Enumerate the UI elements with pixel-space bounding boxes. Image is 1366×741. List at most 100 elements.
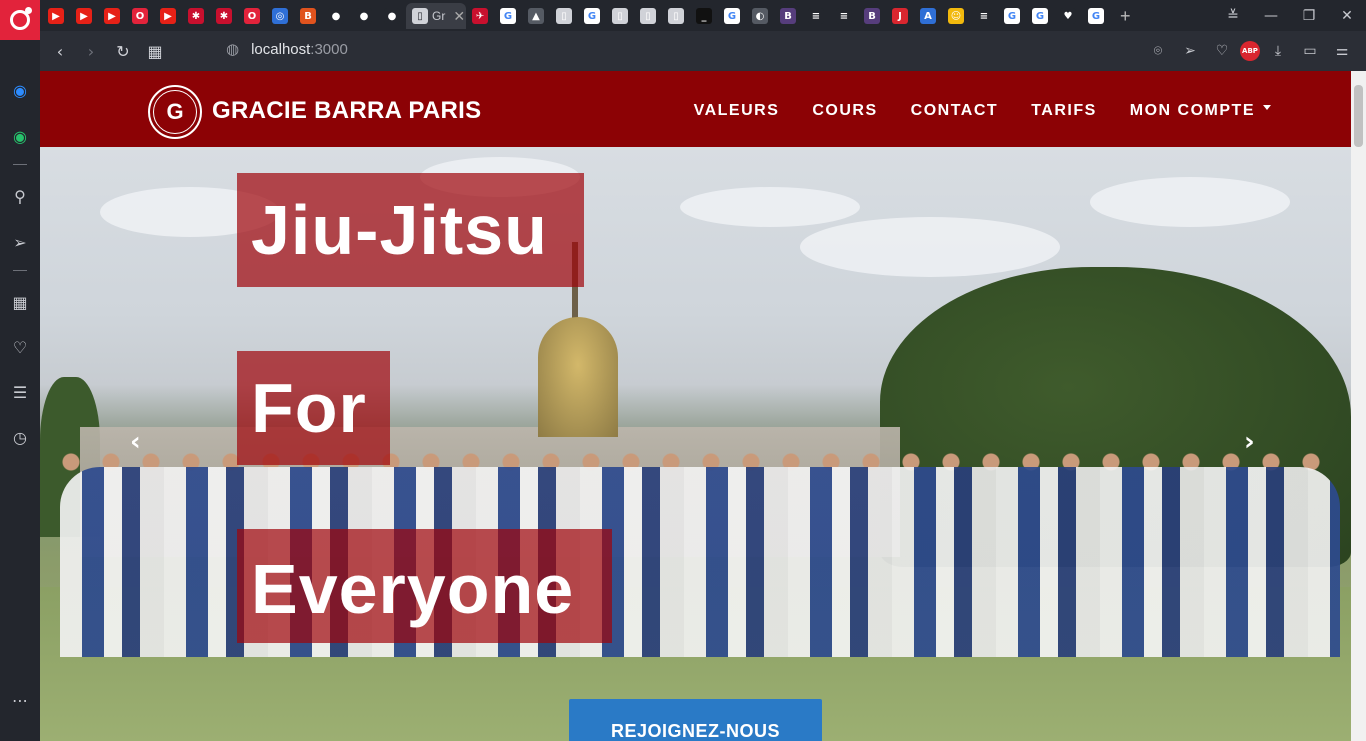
back-icon[interactable]: ‹ [45, 36, 75, 66]
close-tab-icon[interactable]: ✕ [453, 8, 465, 25]
tab-menu-icon[interactable]: ≚ [1214, 8, 1252, 24]
heart-icon[interactable]: ♡ [1208, 37, 1236, 65]
browser-tab[interactable]: G [718, 3, 746, 29]
browser-tab[interactable]: G [578, 3, 606, 29]
minimize-icon[interactable]: — [1252, 8, 1290, 24]
history-clock-icon[interactable]: ◷ [8, 425, 32, 449]
camera-icon[interactable]: ⌾ [1144, 37, 1172, 65]
settings-sliders-icon[interactable]: ⚌ [1328, 37, 1356, 65]
browser-tab[interactable]: ≡ [802, 3, 830, 29]
speed-dial-icon[interactable]: ▦ [140, 36, 170, 66]
bootstrap-icon: B [780, 8, 796, 24]
browser-tab[interactable]: ▶ [154, 3, 182, 29]
a-app-icon: A [920, 8, 936, 24]
browser-tab[interactable]: ▯ [662, 3, 690, 29]
browser-tab[interactable]: ♥ [1054, 3, 1082, 29]
browser-tab[interactable]: ▲ [522, 3, 550, 29]
browser-tab[interactable]: B [294, 3, 322, 29]
youtube-icon: ▶ [104, 8, 120, 24]
stackoverflow-icon: ≡ [808, 8, 824, 24]
opera-menu-icon[interactable] [0, 0, 40, 40]
terminal-icon: _ [696, 8, 712, 24]
browser-tab[interactable]: ✱ [210, 3, 238, 29]
brand-name[interactable]: GRACIE BARRA PARIS [212, 97, 481, 125]
browser-tab[interactable]: O [238, 3, 266, 29]
browser-tab[interactable]: ✈ [466, 3, 494, 29]
browser-tab[interactable]: ◎ [266, 3, 294, 29]
stackoverflow-icon: ≡ [976, 8, 992, 24]
heart-icon[interactable]: ♡ [8, 335, 32, 359]
news-icon[interactable]: ☰ [8, 380, 32, 404]
forward-icon[interactable]: › [76, 36, 106, 66]
browser-tab[interactable]: ▯ [550, 3, 578, 29]
page-icon: ▯ [556, 8, 572, 24]
browser-tab-active[interactable]: ▯ Gr ✕ [406, 3, 466, 29]
battery-icon[interactable]: ▭ [1296, 37, 1324, 65]
whatsapp-icon[interactable]: ◉ [8, 124, 32, 148]
restore-icon[interactable]: ❐ [1290, 8, 1328, 24]
browser-tab[interactable]: ≡ [830, 3, 858, 29]
nav-mon-compte-dropdown[interactable]: MON COMPTE [1130, 102, 1271, 120]
scrollbar-thumb[interactable] [1354, 85, 1363, 147]
google-icon: G [584, 8, 600, 24]
hero-line-2: For [237, 351, 390, 465]
url-field[interactable]: ◍ localhost:3000 [226, 40, 348, 58]
browser-tab[interactable]: ▶ [70, 3, 98, 29]
google-icon: G [1032, 8, 1048, 24]
lock-page-icon: ▲ [528, 8, 544, 24]
messenger-icon[interactable]: ◉ [8, 78, 32, 102]
opera-icon: O [244, 8, 260, 24]
tab-list: ▶ ▶ ▶ O ▶ ✱ ✱ O ◎ B ● ● ● ▯ Gr ✕ ✈ G ▲ ▯ G ▯ ▯ ▯ _ G ◐ B ≡ ≡ B J A ☺ ≡ G G ♥ G… [42, 3, 1131, 29]
join-us-button[interactable]: REJOIGNEZ-NOUS [569, 699, 822, 741]
browser-tab[interactable]: ▶ [42, 3, 70, 29]
address-bar: ‹ › ↻ ▦ ◍ localhost:3000 ⌾ ➢ ♡ ABP ⤓ ▭ ⚌ [40, 31, 1366, 71]
browser-tab[interactable]: G [494, 3, 522, 29]
nav-tarifs[interactable]: TARIFS [1031, 102, 1097, 120]
browser-tab[interactable]: J [886, 3, 914, 29]
new-tab-icon[interactable]: + [1120, 6, 1131, 27]
globe-icon: ◍ [226, 40, 240, 58]
gray-app-icon: ◐ [752, 8, 768, 24]
hero-carousel: ‹ › Jiu-Jitsu For Everyone REJOIGNEZ-NOU… [40, 147, 1351, 741]
address-actions: ⌾ ➢ ♡ ABP ⤓ ▭ ⚌ [1144, 36, 1356, 66]
close-window-icon[interactable]: ✕ [1328, 8, 1366, 24]
google-icon: G [724, 8, 740, 24]
browser-tab[interactable]: G [1082, 3, 1110, 29]
browser-tab[interactable]: _ [690, 3, 718, 29]
search-icon[interactable]: ⚲ [8, 184, 32, 208]
adblock-icon[interactable]: ABP [1240, 41, 1260, 61]
browser-tab[interactable]: ● [378, 3, 406, 29]
browser-tab[interactable]: G [998, 3, 1026, 29]
browser-tab[interactable]: ▯ [634, 3, 662, 29]
gracie-barra-logo[interactable]: G [148, 85, 202, 139]
nav-cours[interactable]: COURS [812, 102, 877, 120]
github-icon: ● [384, 8, 400, 24]
apps-grid-icon[interactable]: ▦ [8, 290, 32, 314]
browser-tab[interactable]: G [1026, 3, 1054, 29]
carousel-prev-icon[interactable]: ‹ [130, 427, 141, 457]
carousel-next-icon[interactable]: › [1244, 427, 1255, 457]
send-icon[interactable]: ➢ [1176, 37, 1204, 65]
browser-sidebar: ◉ ◉ ⚲ ➢ ▦ ♡ ☰ ◷ ⋯ [0, 40, 40, 741]
page-scrollbar[interactable] [1351, 71, 1366, 741]
browser-tab[interactable]: O [126, 3, 154, 29]
nav-mon-compte-label: MON COMPTE [1129, 102, 1255, 119]
browser-tab[interactable]: ☺ [942, 3, 970, 29]
more-icon[interactable]: ⋯ [8, 688, 32, 712]
browser-tab[interactable]: ● [350, 3, 378, 29]
browser-tab[interactable]: ◐ [746, 3, 774, 29]
reload-icon[interactable]: ↻ [108, 36, 138, 66]
browser-tab[interactable]: ≡ [970, 3, 998, 29]
browser-tab[interactable]: ● [322, 3, 350, 29]
browser-tab[interactable]: ▯ [606, 3, 634, 29]
browser-tab[interactable]: B [774, 3, 802, 29]
browser-tab[interactable]: ✱ [182, 3, 210, 29]
browser-tab[interactable]: A [914, 3, 942, 29]
page-icon: ▯ [668, 8, 684, 24]
nav-contact[interactable]: CONTACT [911, 102, 999, 120]
download-icon[interactable]: ⤓ [1264, 37, 1292, 65]
send-icon[interactable]: ➢ [8, 230, 32, 254]
nav-valeurs[interactable]: VALEURS [694, 102, 780, 120]
browser-tab[interactable]: ▶ [98, 3, 126, 29]
browser-tab[interactable]: B [858, 3, 886, 29]
